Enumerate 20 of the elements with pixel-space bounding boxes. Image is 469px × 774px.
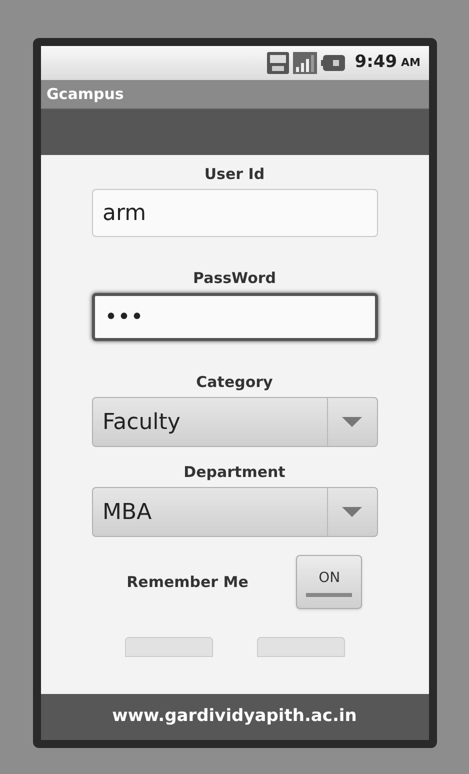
caret-icon [342, 417, 362, 427]
caret-icon [342, 507, 362, 517]
footer-link[interactable]: www.gardividyapith.ac.in [112, 704, 357, 730]
battery-icon [320, 55, 345, 71]
clock: 9:49 [354, 51, 398, 74]
input-field[interactable]: arm [92, 189, 378, 237]
app-title: Gcampus [46, 84, 124, 105]
button[interactable] [124, 637, 212, 657]
dropdown[interactable]: Faculty [92, 397, 378, 447]
field-label: Department [184, 463, 286, 481]
button[interactable] [256, 637, 344, 657]
toggle-button[interactable]: ON [296, 555, 362, 609]
field-label: Category [196, 373, 273, 391]
signal-icon [292, 52, 317, 74]
dropdown[interactable]: MBA [92, 487, 378, 537]
field-label: User Id [204, 165, 265, 183]
password-field[interactable]: ••• [92, 293, 378, 341]
field-label: PassWord [192, 269, 276, 287]
clock-period: AM [401, 54, 420, 71]
remember-label: Remember Me [126, 572, 248, 593]
